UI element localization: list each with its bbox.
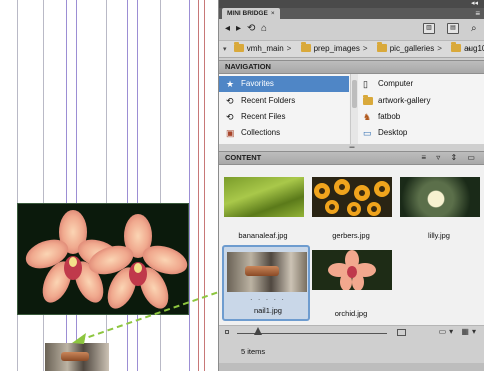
thumbnail-tile[interactable]: bananaleaf.jpg xyxy=(219,170,307,246)
thumbnail-tile[interactable]: gerbers.jpg xyxy=(307,170,395,246)
folder-icon xyxy=(376,42,387,52)
layout-canvas[interactable] xyxy=(0,0,207,371)
large-thumbnail-icon[interactable] xyxy=(397,329,406,336)
nav-item-recent-files[interactable]: ⟲ Recent Files xyxy=(219,109,349,125)
navigation-left-list: ★ Favorites ⟲ Recent Folders ⟲ Recent Fi… xyxy=(219,74,349,144)
thumbnail-image xyxy=(224,177,304,217)
column-guide xyxy=(76,0,77,371)
path-overflow-icon[interactable]: » xyxy=(467,41,471,57)
mini-bridge-panel: ◂◂ MINI BRIDGE × ≡ ◂ ▸ ⟲ ⌂ ▥ ▤ ⌕ ▾ vmh_ma… xyxy=(218,0,484,371)
panel-top-strip: ◂◂ xyxy=(219,0,484,8)
column-guide xyxy=(137,0,138,371)
column-guide xyxy=(106,0,107,371)
back-arrow-icon[interactable]: ◂ xyxy=(225,23,230,35)
tab-mini-bridge[interactable]: MINI BRIDGE × xyxy=(222,8,280,19)
nav-item-computer[interactable]: ▯ Computer xyxy=(360,76,484,92)
nav-item-desktop[interactable]: ▭ Desktop xyxy=(360,125,484,141)
thumbnail-size-bar: ▭▾ ▦▾ xyxy=(219,325,484,340)
panel-bottom-edge xyxy=(219,363,484,371)
breadcrumb-item[interactable]: aug10 xyxy=(446,41,484,57)
user-icon: ♞ xyxy=(363,112,372,122)
status-bar: 5 items xyxy=(219,341,484,363)
content-pane: bananaleaf.jpg gerbers.jpg lilly.jpg . .… xyxy=(219,165,484,325)
thumbnail-filename: bananaleaf.jpg xyxy=(238,231,288,240)
nail-shaft-graphic xyxy=(61,352,89,361)
selection-dots: . . . . . xyxy=(250,295,286,302)
nav-item-recent-folders[interactable]: ⟲ Recent Folders xyxy=(219,93,349,109)
bleed-guide xyxy=(204,0,205,371)
home-icon[interactable]: ⌂ xyxy=(261,23,267,35)
thumbnail-filename: nail1.jpg xyxy=(254,306,282,315)
breadcrumb-item[interactable]: prep_images > xyxy=(296,41,367,57)
column-guide xyxy=(17,0,18,371)
column-guide xyxy=(160,0,161,371)
recent-files-icon: ⟲ xyxy=(226,112,234,122)
view-mode-icons[interactable]: ▭▾ ▦▾ xyxy=(439,327,479,336)
nav-item-favorites[interactable]: ★ Favorites xyxy=(219,76,349,92)
star-icon: ★ xyxy=(226,79,235,89)
nav-item-fatbob[interactable]: ♞ fatbob xyxy=(360,109,484,125)
thumbnail-tile-selected[interactable]: . . . . . nail1.jpg xyxy=(222,245,310,321)
folder-icon xyxy=(451,42,462,52)
view-options-icon[interactable]: ▤ xyxy=(447,23,459,34)
thumbnail-image xyxy=(227,252,307,292)
navigation-scrollbar[interactable] xyxy=(350,74,358,144)
panel-tab-bar: MINI BRIDGE × ≡ xyxy=(219,8,484,19)
go-to-parent-icon[interactable]: ⟲ xyxy=(247,23,255,35)
thumbnail-image xyxy=(312,250,392,290)
item-count: 5 items xyxy=(241,347,266,356)
thumbnail-filename: lilly.jpg xyxy=(428,231,450,240)
panel-menu-icon[interactable]: ≡ xyxy=(475,9,480,18)
content-header[interactable]: CONTENT ≡ ▿ ⇕ ▭ xyxy=(219,151,484,165)
path-dropdown-icon[interactable]: ▾ xyxy=(223,42,227,57)
scrollbar-thumb[interactable] xyxy=(352,80,357,108)
forward-arrow-icon[interactable]: ▸ xyxy=(236,23,241,35)
placed-orchid-image[interactable] xyxy=(17,203,189,315)
navigation-toolbar: ◂ ▸ ⟲ ⌂ ▥ ▤ ⌕ xyxy=(219,19,484,39)
column-guide xyxy=(189,0,190,371)
recent-folders-icon: ⟲ xyxy=(226,96,234,106)
folder-icon xyxy=(363,93,373,109)
thumbnail-filename: orchid.jpg xyxy=(334,309,368,318)
desktop-icon: ▭ xyxy=(363,128,372,138)
column-guide xyxy=(43,0,44,371)
content-tools-icons[interactable]: ≡ ▿ ⇕ ▭ xyxy=(421,152,479,164)
launch-bridge-icon[interactable]: ▥ xyxy=(423,23,435,34)
collapse-panel-icon[interactable]: ◂◂ xyxy=(471,0,478,7)
slider-knob[interactable] xyxy=(254,327,262,335)
thumbnail-filename: gerbers.jpg xyxy=(332,231,370,240)
thumbnail-tile[interactable]: lilly.jpg xyxy=(395,170,483,246)
column-guide xyxy=(66,0,67,371)
search-icon[interactable]: ⌕ xyxy=(471,23,477,35)
tab-label: MINI BRIDGE xyxy=(227,10,268,17)
computer-icon: ▯ xyxy=(363,79,368,89)
navigation-right-list: ▯ Computer artwork-gallery ♞ fatbob ▭ De… xyxy=(360,74,484,144)
close-tab-icon[interactable]: × xyxy=(271,10,275,17)
thumbnail-tile[interactable]: orchid.jpg xyxy=(307,245,395,321)
dragged-nail-image-preview[interactable] xyxy=(45,343,109,371)
margin-guide xyxy=(198,0,199,371)
collections-icon: ▣ xyxy=(226,128,235,138)
thumbnail-image xyxy=(312,177,392,217)
navigation-pane: ★ Favorites ⟲ Recent Folders ⟲ Recent Fi… xyxy=(219,74,484,144)
column-guide xyxy=(127,0,128,371)
path-bar: ▾ vmh_main > prep_images > pic_galleries > … xyxy=(219,40,484,58)
small-thumbnail-icon[interactable] xyxy=(225,330,229,334)
thumbnail-image xyxy=(400,177,480,217)
folder-icon xyxy=(300,42,311,52)
folder-icon xyxy=(233,42,244,52)
navigation-header[interactable]: NAVIGATION xyxy=(219,60,484,74)
breadcrumb-item[interactable]: pic_galleries > xyxy=(372,41,442,57)
pane-splitter[interactable]: ▬ xyxy=(219,144,484,150)
nav-item-artwork-gallery[interactable]: artwork-gallery xyxy=(360,93,484,109)
nav-item-collections[interactable]: ▣ Collections xyxy=(219,125,349,141)
breadcrumb-item[interactable]: vmh_main > xyxy=(229,41,291,57)
